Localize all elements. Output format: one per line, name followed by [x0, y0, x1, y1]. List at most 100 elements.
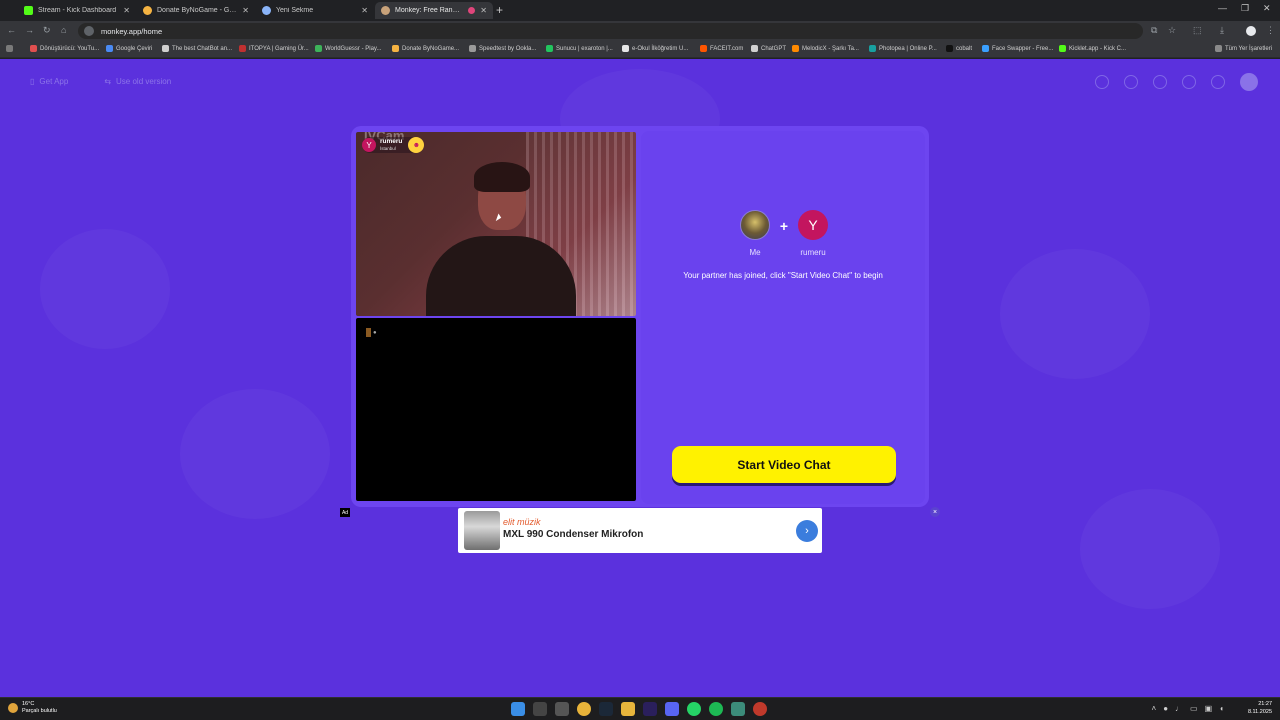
bookmark-item[interactable]: FACEIT.com [700, 45, 743, 52]
microphone-icon[interactable]: ♩ [1175, 704, 1183, 713]
tab-title: Yeni Sekme [276, 7, 314, 14]
bookmark-item[interactable]: e-Okul İlköğretim U... [622, 45, 688, 52]
close-icon[interactable]: ✕ [242, 6, 249, 15]
restore-icon[interactable]: ❐ [1241, 3, 1249, 14]
all-bookmarks[interactable]: Tüm Yer İşaretleri [1215, 45, 1272, 52]
bookmark-item[interactable]: ITOPYA | Gaming Ür... [239, 45, 309, 52]
tab-kick[interactable]: Stream - Kick Dashboard ✕ [18, 2, 136, 19]
spotify-icon[interactable] [709, 702, 723, 716]
chevron-up-icon[interactable]: ˄ [1152, 704, 1157, 713]
temperature: 16°C [22, 701, 35, 707]
bookmark-item[interactable]: cobalt [946, 45, 972, 52]
steam-icon[interactable] [599, 702, 613, 716]
bookmark-item[interactable]: Face Swapper - Free... [982, 45, 1053, 52]
discord-icon[interactable] [665, 702, 679, 716]
close-icon[interactable]: ✕ [123, 6, 130, 15]
profile-icon[interactable] [1246, 26, 1256, 36]
home-icon[interactable]: ⌂ [61, 25, 66, 35]
clock[interactable]: 21:27 8.11.2025 [1248, 701, 1272, 716]
taskbar-apps [511, 702, 767, 716]
avatar[interactable] [1240, 73, 1258, 91]
history-icon[interactable] [1182, 75, 1196, 89]
windows-start-icon[interactable] [511, 702, 525, 716]
ad-title: MXL 990 Condenser Mikrofon [503, 529, 644, 540]
plus-icon: + [779, 217, 789, 234]
top-nav-left: ▯ Get App ⇆ Use old version [30, 77, 171, 86]
kick-icon [24, 6, 33, 15]
minimize-icon[interactable]: — [1218, 3, 1227, 13]
network-icon[interactable]: ▣ [1205, 704, 1213, 713]
chat-icon[interactable] [1211, 75, 1225, 89]
download-icon[interactable]: ⤓ [1220, 25, 1224, 36]
translate-icon[interactable]: ⧉ [1151, 25, 1157, 36]
whatsapp-icon[interactable] [687, 702, 701, 716]
close-icon[interactable]: ✕ [480, 6, 487, 15]
start-video-chat-button[interactable]: Start Video Chat [672, 446, 896, 483]
tab-new[interactable]: Yeni Sekme ✕ [256, 2, 374, 19]
background-blob [40, 229, 170, 349]
chevron-right-icon[interactable]: › [796, 520, 818, 542]
bookmark-item[interactable]: Sunucu | exaroton |... [546, 45, 613, 52]
camera-status-icon: ● [373, 329, 377, 336]
window-close-icon[interactable]: ✕ [1263, 3, 1271, 14]
background-blob [180, 389, 330, 519]
ad-brand: elit müzik [503, 517, 541, 527]
date: 8.11.2025 [1247, 708, 1272, 715]
reaction-icon[interactable]: ☻ [408, 137, 425, 153]
reload-icon[interactable]: ↻ [43, 25, 51, 36]
address-bar[interactable]: monkey.app/home [78, 23, 1143, 39]
app-icon[interactable] [731, 702, 745, 716]
partner-avatar: Y [798, 210, 828, 240]
tab-bynogame[interactable]: Donate ByNoGame - Gelen/Gi ✕ [137, 2, 255, 19]
old-version-link[interactable]: ⇆ Use old version [104, 77, 171, 86]
extensions-icon[interactable]: ⬚ [1193, 25, 1202, 36]
browser-toolbar: ← → ↻ ⌂ monkey.app/home ⧉ ☆ ⬚ ⤓ ⋮ [0, 21, 1280, 41]
bookmark-item[interactable]: Kicklet.app - Kick C... [1059, 45, 1126, 52]
chrome-icon[interactable] [577, 702, 591, 716]
bookmark-item[interactable]: ChatGPT [751, 45, 786, 52]
partner-info-pill[interactable]: Y rumeru İstanbul ☻ [362, 137, 425, 153]
self-status: ● [366, 328, 377, 337]
new-tab-button[interactable]: + [496, 3, 503, 17]
volume-icon[interactable]: ◖ [1219, 704, 1224, 713]
bookmark-item[interactable]: Dönüştürücü: YouTu... [30, 45, 99, 52]
swap-icon: ⇆ [104, 77, 112, 86]
bookmark-item[interactable]: WorldGuessr - Play... [315, 45, 381, 52]
video-person [474, 162, 530, 192]
forward-icon[interactable]: → [25, 25, 34, 35]
folder-icon[interactable] [621, 702, 635, 716]
apps-icon[interactable] [6, 45, 13, 52]
premiere-icon[interactable] [643, 702, 657, 716]
menu-icon[interactable]: ⋮ [1266, 25, 1275, 36]
bookmark-star-icon[interactable]: ☆ [1168, 25, 1176, 36]
partner-city: İstanbul [380, 145, 396, 151]
site-info-icon[interactable] [84, 26, 94, 36]
keyboard-icon[interactable]: ▭ [1190, 704, 1198, 713]
search-icon[interactable] [1124, 75, 1138, 89]
back-icon[interactable]: ← [7, 25, 16, 35]
bookmark-item[interactable]: MelodicX - Şarkı Ta... [792, 45, 859, 52]
microphone-image [464, 511, 500, 550]
ad-banner[interactable]: elit müzik MXL 990 Condenser Mikrofon › [458, 508, 822, 553]
bookmark-item[interactable]: Donate ByNoGame... [392, 45, 459, 52]
bookmark-item[interactable]: Photopea | Online P... [869, 45, 937, 52]
app-icon[interactable] [753, 702, 767, 716]
bookmark-item[interactable]: Speedtest by Ookla... [469, 45, 536, 52]
task-view-icon[interactable] [555, 702, 569, 716]
bookmark-item[interactable]: Google Çeviri [106, 45, 152, 52]
coins-icon[interactable] [1153, 75, 1167, 89]
close-icon[interactable]: ✕ [361, 6, 368, 15]
recording-icon [468, 7, 476, 14]
get-app-link[interactable]: ▯ Get App [30, 77, 68, 86]
tray-app-icon[interactable]: ● [1163, 704, 1168, 713]
tab-title: Monkey: Free Random Vid [395, 7, 463, 14]
tab-monkey[interactable]: Monkey: Free Random Vid ✕ [375, 2, 493, 19]
ad-close-button[interactable]: × [930, 507, 940, 517]
weather-widget[interactable]: 16°C Parçalı bulutlu [8, 701, 57, 715]
chrome-icon [262, 6, 271, 15]
search-icon[interactable] [533, 702, 547, 716]
top-nav-right [1095, 73, 1258, 91]
monkey-icon [381, 6, 390, 15]
bookmark-item[interactable]: The best ChatBot an... [162, 45, 232, 52]
store-icon[interactable] [1095, 75, 1109, 89]
